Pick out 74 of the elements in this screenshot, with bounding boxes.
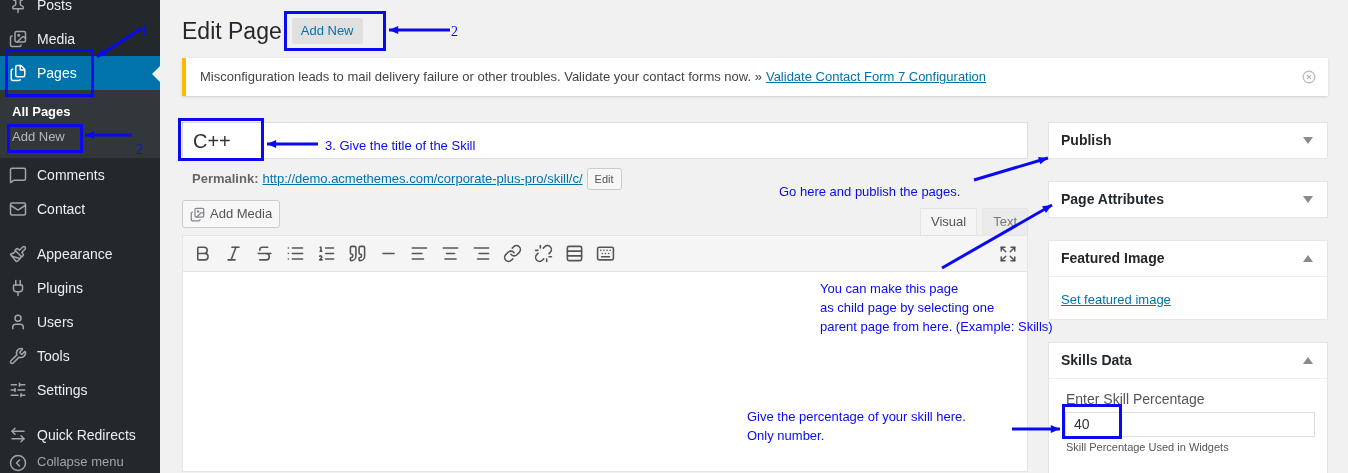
editor-tab[interactable]: Text [982,208,1028,235]
pages-icon [9,64,27,82]
menu-item[interactable]: Tools [0,339,72,373]
featured-image-link[interactable]: Set featured image [1061,292,1171,307]
arrow [267,140,318,148]
box-title: Skills Data [1061,351,1132,370]
media-icon [190,206,205,222]
collapse-icon[interactable] [1303,255,1313,262]
annotation-note: 3. Give the title of the Skill [325,137,476,155]
strikethrough-icon[interactable] [255,244,274,263]
annotation-note: You can make this page as child page by selecting one parent page from here. (Example: Skills) [820,280,1053,336]
edit-button[interactable]: Edit [586,168,622,190]
arrow [85,131,132,139]
align-left-icon[interactable] [410,244,429,263]
box-title: Page Attributes [1061,190,1164,209]
brush-icon [9,245,27,263]
box-title: Publish [1061,131,1112,150]
menu-item[interactable]: Pages [0,56,160,90]
add-new-button[interactable]: Add New [291,18,363,44]
notice-link[interactable]: Validate Contact Form 7 Configuration [765,67,987,87]
quote-icon[interactable] [348,244,367,263]
collapse-icon[interactable] [1303,357,1313,364]
unlink-icon[interactable] [534,244,553,263]
add-media-button[interactable]: Add Media [182,200,281,228]
read-more-icon[interactable] [565,244,584,263]
menu-item[interactable]: Media [0,22,78,56]
keyboard-icon[interactable] [596,244,615,263]
menu-item[interactable]: Plugins [0,271,85,305]
comment-icon [9,166,27,184]
italic-icon[interactable] [224,244,243,263]
field-label: Enter Skill Percentage [1065,392,1206,406]
envelope-icon [9,200,27,218]
arrow [389,26,450,34]
wrench-icon [9,347,27,365]
media-icon [9,30,27,48]
permalink-label: Permalink: [192,170,259,189]
arrows-icon [9,426,27,444]
step-number: 2 [451,23,458,41]
user-icon [9,313,27,331]
menu-item[interactable]: Settings [0,373,90,407]
highlight-frame [1062,404,1122,439]
sliders-icon [9,381,27,399]
numbered-list-icon[interactable] [317,244,336,263]
permalink-link[interactable]: http://demo.acmethemes.com/corporate-plus-pro/skill/c/ [262,169,583,189]
menu-item[interactable]: Appearance [0,237,115,271]
collapse-menu-button[interactable]: Collapse menu [0,453,160,473]
menu-item[interactable]: Posts [0,0,74,22]
notice-text: Misconfiguration leads to mail delivery failure or other troubles. Validate your contact forms now. » [200,68,762,87]
menu-item[interactable]: Comments [0,158,107,192]
box-title: Featured Image [1061,249,1165,268]
annotation-note: Go here and publish the pages. [779,183,961,201]
menu-item[interactable]: Quick Redirects [0,418,138,452]
editor-tab[interactable]: Visual [919,208,978,235]
step-number: 2 [136,141,143,159]
expand-icon[interactable] [1303,137,1313,144]
fullscreen-icon[interactable] [999,244,1017,263]
arrow [96,26,143,59]
expand-icon[interactable] [1303,196,1313,203]
skill-percentage-field[interactable]: 40 [1065,412,1315,437]
submenu-item[interactable]: All Pages [0,99,160,124]
link-icon[interactable] [503,244,522,263]
menu-item[interactable]: Users [0,305,76,339]
arrow [1012,425,1060,433]
annotation-note: Give the percentage of your skill here. Only number. [747,408,966,445]
align-right-icon[interactable] [472,244,491,263]
pin-icon [9,0,27,14]
menu-item[interactable]: Contact [0,192,88,226]
page-title: Edit Page [182,16,282,46]
bullet-list-icon[interactable] [286,244,305,263]
help-text: Skill Percentage Used in Widgets [1065,440,1230,455]
collapse-icon [9,454,27,472]
current-pointer [152,66,160,82]
align-center-icon[interactable] [441,244,460,263]
step-number: 1 [141,22,148,40]
